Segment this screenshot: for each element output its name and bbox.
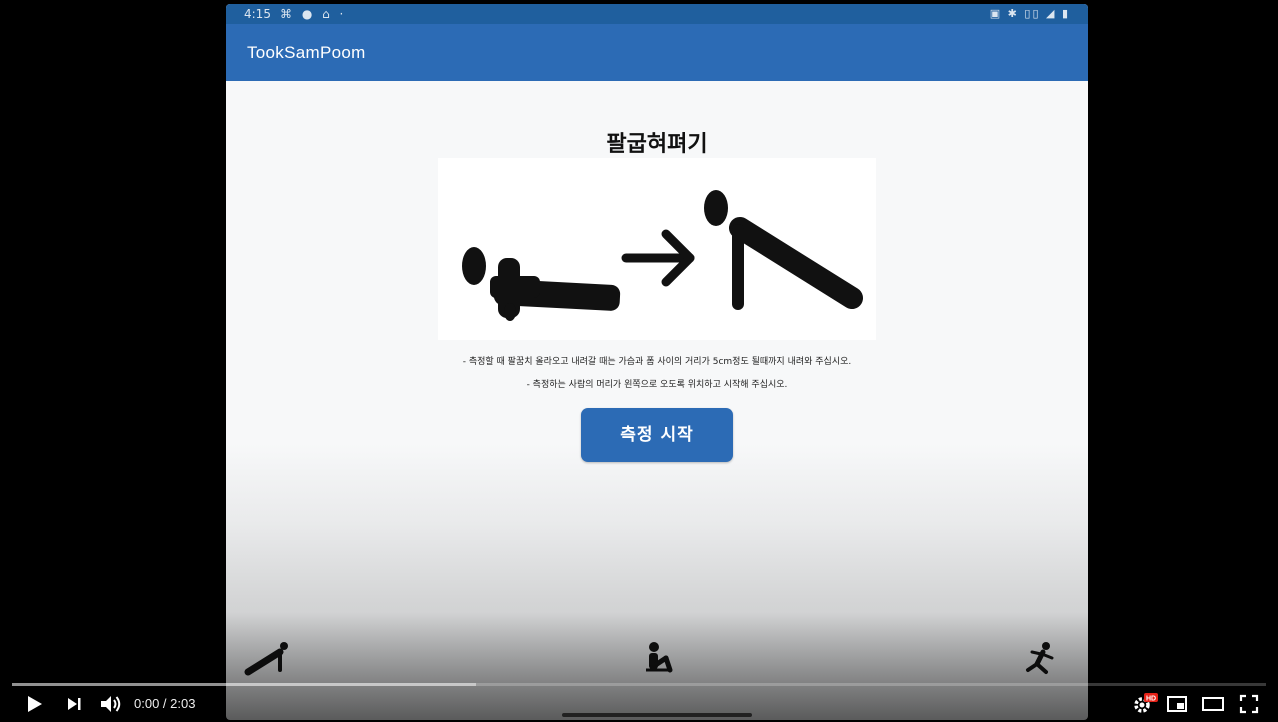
notification-icons: ⌘ ● ⌂ · bbox=[280, 7, 347, 21]
home-gesture-bar[interactable] bbox=[562, 713, 752, 717]
pushup-illustration bbox=[438, 158, 876, 340]
app-bar: TookSamPoom bbox=[226, 24, 1088, 81]
fullscreen-icon[interactable] bbox=[1237, 692, 1261, 716]
next-icon[interactable] bbox=[62, 692, 86, 716]
instruction-line-1: - 측정할 때 팔꿈치 올라오고 내려갈 때는 가슴과 폼 사이의 거리가 5c… bbox=[462, 357, 852, 367]
app-title: TookSamPoom bbox=[247, 43, 366, 62]
play-icon[interactable] bbox=[22, 692, 46, 716]
phone-screen: 4:15 ⌘ ● ⌂ · ▣ ✱ ▯▯ ◢ ▮ TookSamPoom 팔굽혀펴… bbox=[226, 4, 1088, 720]
status-bar: 4:15 ⌘ ● ⌂ · ▣ ✱ ▯▯ ◢ ▮ bbox=[226, 4, 1088, 24]
video-time: 0:00 / 2:03 bbox=[134, 696, 196, 711]
settings-gear-icon[interactable]: HD bbox=[1130, 692, 1158, 716]
system-status-icons: ▣ ✱ ▯▯ ◢ ▮ bbox=[989, 7, 1070, 20]
video-progress-bar[interactable] bbox=[12, 683, 1266, 686]
arrow-icon bbox=[621, 229, 695, 287]
pushup-icon[interactable] bbox=[242, 638, 290, 682]
instruction-line-2: - 측정하는 사람의 머리가 왼쪽으로 오도록 위치하고 시작해 주십시오. bbox=[526, 380, 788, 390]
situp-icon[interactable] bbox=[640, 638, 676, 682]
plank-figure bbox=[704, 190, 863, 310]
volume-icon[interactable] bbox=[98, 692, 124, 716]
buffered-progress bbox=[12, 683, 476, 686]
theater-mode-icon[interactable] bbox=[1201, 692, 1225, 716]
exercise-title: 팔굽혀펴기 bbox=[606, 132, 708, 157]
miniplayer-icon[interactable] bbox=[1165, 692, 1189, 716]
running-icon[interactable] bbox=[1022, 638, 1058, 682]
start-measurement-button[interactable]: 측정 시작 bbox=[581, 408, 733, 462]
lying-figure bbox=[462, 247, 621, 321]
status-time: 4:15 bbox=[244, 7, 271, 21]
hd-badge: HD bbox=[1146, 696, 1156, 703]
